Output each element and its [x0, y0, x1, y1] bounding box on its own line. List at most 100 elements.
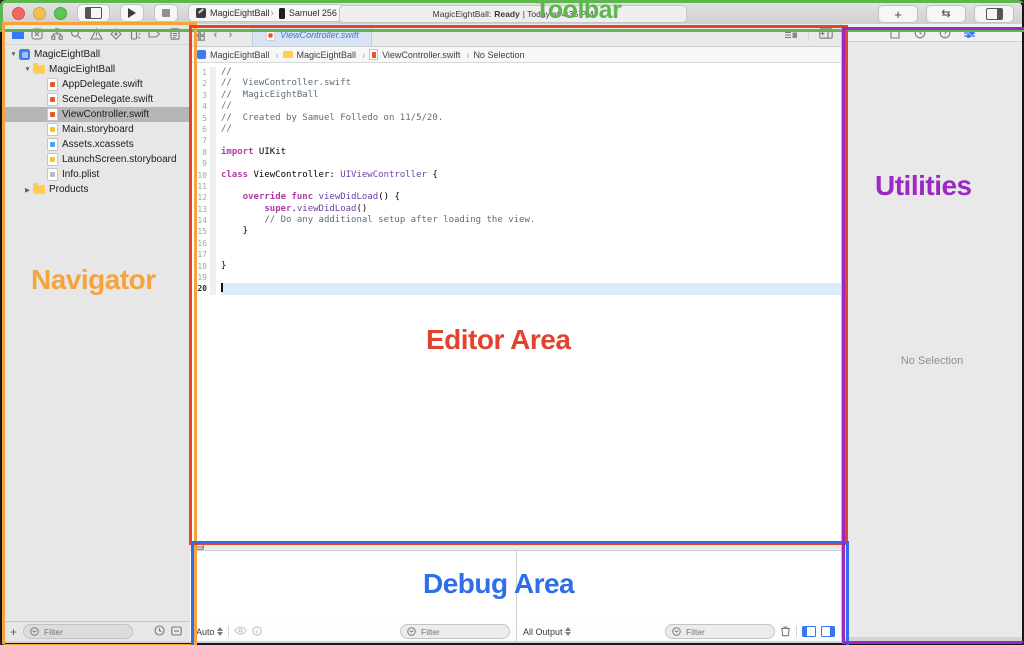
report-navigator-icon[interactable]: [167, 27, 182, 42]
run-button[interactable]: [120, 4, 144, 22]
code-line-9[interactable]: 9: [190, 158, 841, 169]
source-control-navigator-icon[interactable]: [30, 27, 45, 42]
quicklook-eye-icon[interactable]: [234, 626, 247, 637]
variables-filter-field[interactable]: [400, 624, 510, 639]
add-file-button[interactable]: +: [10, 625, 17, 639]
variables-filter-input[interactable]: [419, 626, 503, 638]
code-line-20[interactable]: 20: [190, 283, 841, 294]
editor-options-icon[interactable]: [784, 26, 798, 44]
toggle-inspectors-button[interactable]: [974, 5, 1014, 23]
breadcrumb-label: ViewController.swift: [382, 50, 460, 60]
recent-files-icon[interactable]: [154, 623, 165, 641]
show-variables-view-icon[interactable]: [802, 626, 816, 637]
breadcrumb-item[interactable]: No Selection: [473, 50, 524, 60]
minimize-window-button[interactable]: [33, 7, 46, 20]
disclosure-triangle-icon[interactable]: ▼: [8, 51, 19, 58]
info-icon[interactable]: [252, 626, 262, 638]
fold-ribbon: [210, 283, 216, 294]
issue-navigator-icon[interactable]: [89, 27, 104, 42]
code-line-8[interactable]: 8import UIKit: [190, 147, 841, 158]
file-label: MagicEightBall: [49, 64, 115, 75]
go-forward-button[interactable]: ›: [223, 29, 238, 41]
breadcrumb-item[interactable]: ViewController.swift: [369, 49, 469, 60]
code-line-4[interactable]: 4//: [190, 101, 841, 112]
file-row-info-plist[interactable]: Info.plist: [2, 167, 190, 182]
code-line-12[interactable]: 12 override func viewDidLoad() {: [190, 192, 841, 203]
console-filter-input[interactable]: [684, 626, 768, 638]
toggle-navigator-button[interactable]: [77, 4, 110, 22]
test-navigator-icon[interactable]: [108, 27, 123, 42]
storyboard-icon: [47, 153, 58, 166]
code-line-5[interactable]: 5// Created by Samuel Folledo on 11/5/20…: [190, 113, 841, 124]
code-line-16[interactable]: 16: [190, 238, 841, 249]
code-line-14[interactable]: 14 // Do any additional setup after load…: [190, 215, 841, 226]
code-line-1[interactable]: 1//: [190, 67, 841, 78]
file-inspector-icon[interactable]: [888, 26, 902, 40]
go-back-button[interactable]: ‹: [208, 29, 223, 41]
file-row-assets-xcassets[interactable]: Assets.xcassets: [2, 137, 190, 152]
code-line-15[interactable]: 15 }: [190, 226, 841, 237]
file-row-products[interactable]: ▶Products: [2, 182, 190, 197]
related-items-icon[interactable]: [190, 30, 208, 41]
code-text: // Do any additional setup after loading…: [221, 215, 841, 226]
code-text: class ViewController: UIViewController {: [221, 170, 841, 181]
quick-help-inspector-icon[interactable]: [938, 26, 952, 40]
line-number: 6: [190, 124, 210, 135]
fold-ribbon: [210, 261, 216, 272]
breakpoint-navigator-icon[interactable]: [147, 27, 162, 42]
code-text: //: [221, 124, 841, 135]
history-inspector-icon[interactable]: [913, 26, 927, 40]
utilities-panel: No Selection: [841, 24, 1022, 637]
source-control-status-icon[interactable]: [171, 623, 182, 641]
code-line-2[interactable]: 2// ViewController.swift: [190, 78, 841, 89]
code-text: [221, 238, 841, 249]
library-button[interactable]: [878, 5, 918, 23]
file-row-magiceightball[interactable]: ▼MagicEightBall: [2, 47, 190, 62]
window-controls: [12, 7, 67, 20]
file-row-scenedelegate-swift[interactable]: SceneDelegate.swift: [2, 92, 190, 107]
file-row-magiceightball[interactable]: ▼ MagicEightBall: [2, 62, 190, 77]
iphone-device-icon: [279, 8, 285, 19]
navigator-filter-field[interactable]: [23, 624, 133, 639]
zoom-window-button[interactable]: [54, 7, 67, 20]
console-scope-popup[interactable]: All Output: [523, 627, 571, 637]
debug-navigator-icon[interactable]: [128, 27, 143, 42]
code-review-button[interactable]: ⇆: [926, 5, 966, 23]
close-window-button[interactable]: [12, 7, 25, 20]
code-line-13[interactable]: 13 super.viewDidLoad(): [190, 204, 841, 215]
line-number: 11: [190, 181, 210, 192]
breadcrumb-item[interactable]: MagicEightBall: [197, 50, 279, 60]
stop-button[interactable]: [154, 4, 178, 22]
attributes-inspector-icon[interactable]: [963, 26, 977, 40]
console-filter-field[interactable]: [665, 624, 775, 639]
clear-console-icon[interactable]: [780, 625, 791, 639]
file-row-main-storyboard[interactable]: Main.storyboard: [2, 122, 190, 137]
navigator-filter-input[interactable]: [42, 626, 126, 638]
file-row-launchscreen-storyboard[interactable]: LaunchScreen.storyboard: [2, 152, 190, 167]
code-line-3[interactable]: 3// MagicEightBall: [190, 90, 841, 101]
show-console-view-icon[interactable]: [821, 626, 835, 637]
scheme-selector[interactable]: MagicEightBall Samuel 256: [188, 4, 345, 22]
file-row-viewcontroller-swift[interactable]: ViewController.swift: [2, 107, 190, 122]
add-editor-icon[interactable]: [819, 26, 833, 44]
code-line-7[interactable]: 7: [190, 135, 841, 146]
code-line-19[interactable]: 19: [190, 272, 841, 283]
code-line-11[interactable]: 11: [190, 181, 841, 192]
disclosure-triangle-icon[interactable]: ▼: [22, 66, 33, 73]
code-line-17[interactable]: 17: [190, 249, 841, 260]
project-navigator-icon[interactable]: [10, 27, 25, 42]
debug-bar: [190, 542, 841, 551]
code-line-6[interactable]: 6 //: [190, 124, 841, 135]
scheme-device-name: Samuel 256: [289, 8, 337, 18]
variables-scope-popup[interactable]: Auto: [196, 627, 223, 637]
code-line-10[interactable]: 10class ViewController: UIViewController…: [190, 170, 841, 181]
inspector-empty-message: No Selection: [842, 355, 1022, 367]
disclosure-triangle-icon[interactable]: ▶: [22, 186, 33, 194]
find-navigator-icon[interactable]: [69, 27, 84, 42]
code-line-18[interactable]: 18}: [190, 261, 841, 272]
line-number: 13: [190, 204, 210, 215]
editor-tab[interactable]: ViewController.swift: [252, 24, 372, 46]
file-row-appdelegate-swift[interactable]: AppDelegate.swift: [2, 77, 190, 92]
breadcrumb-item[interactable]: MagicEightBall: [283, 50, 366, 60]
symbol-navigator-icon[interactable]: [49, 27, 64, 42]
